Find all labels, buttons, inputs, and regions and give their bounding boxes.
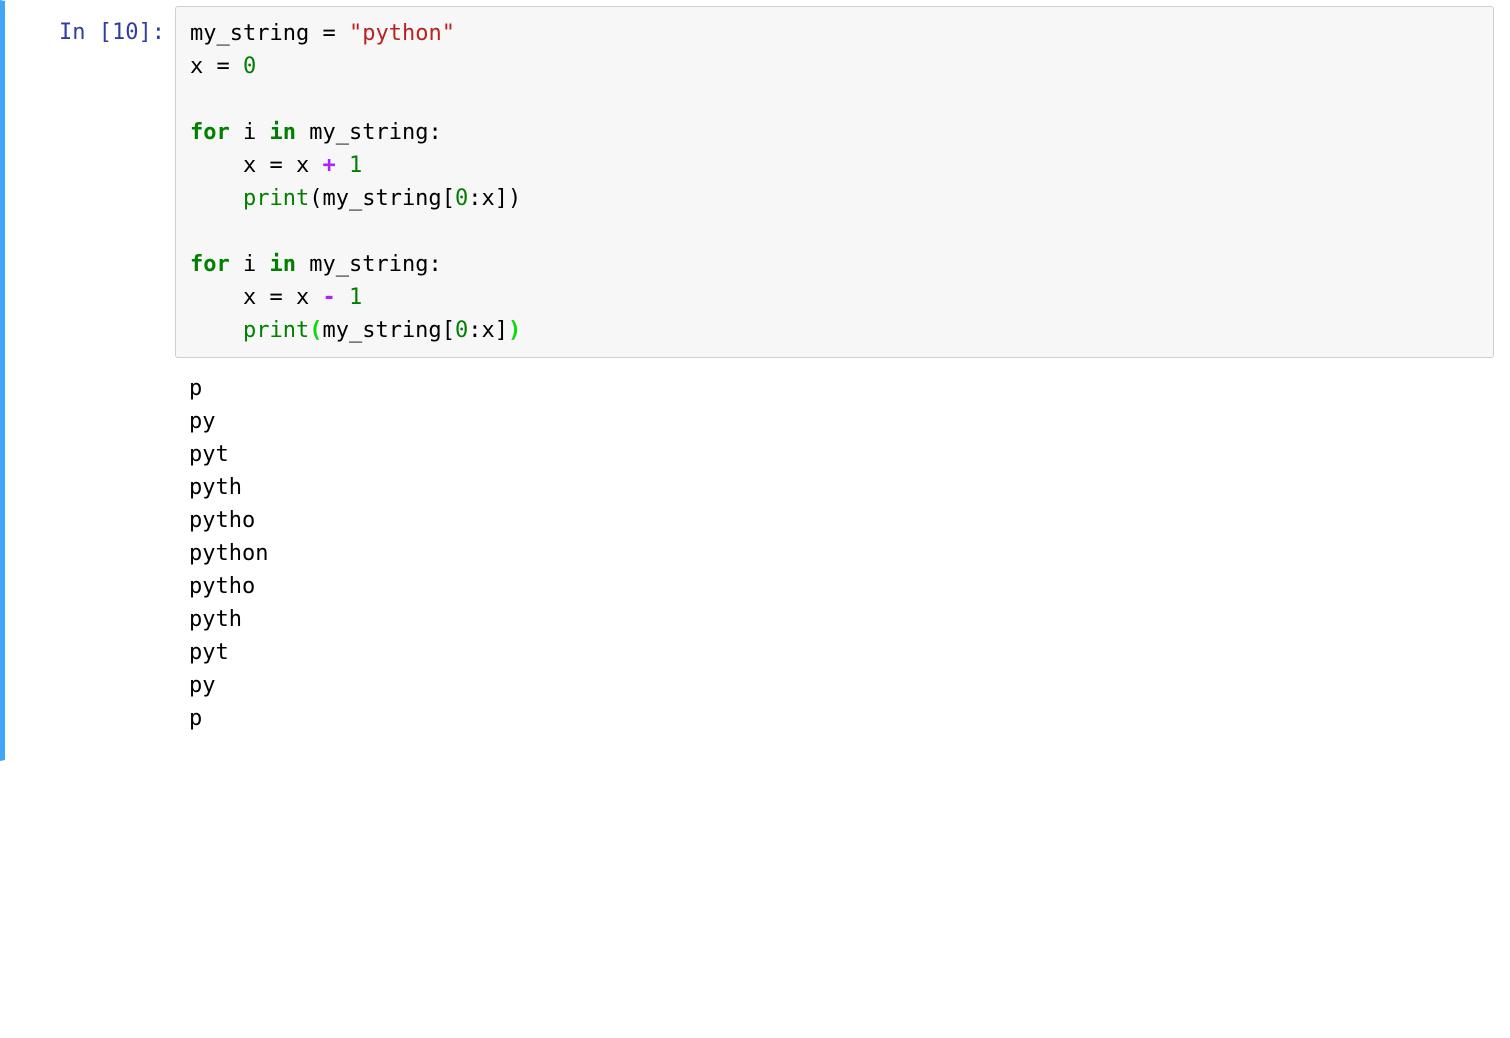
code-line: my_string = "python" <box>190 17 1479 50</box>
code-input[interactable]: my_string = "python"x = 0 for i in my_st… <box>175 6 1494 358</box>
code-line <box>190 83 1479 116</box>
code-line: x = x + 1 <box>190 149 1479 182</box>
code-line <box>190 215 1479 248</box>
code-line: x = 0 <box>190 50 1479 83</box>
code-line: x = x - 1 <box>190 281 1479 314</box>
cell-output: p py pyt pyth pytho python pytho pyth py… <box>175 358 1494 755</box>
input-prompt: In [10]: <box>5 6 175 755</box>
cell-content: my_string = "python"x = 0 for i in my_st… <box>175 6 1504 755</box>
code-line: print(my_string[0:x]) <box>190 182 1479 215</box>
code-line: for i in my_string: <box>190 116 1479 149</box>
prompt-label: In [10]: <box>59 20 165 45</box>
code-line: for i in my_string: <box>190 248 1479 281</box>
notebook-cell: In [10]: my_string = "python"x = 0 for i… <box>0 0 1510 761</box>
code-line: print(my_string[0:x]) <box>190 314 1479 347</box>
